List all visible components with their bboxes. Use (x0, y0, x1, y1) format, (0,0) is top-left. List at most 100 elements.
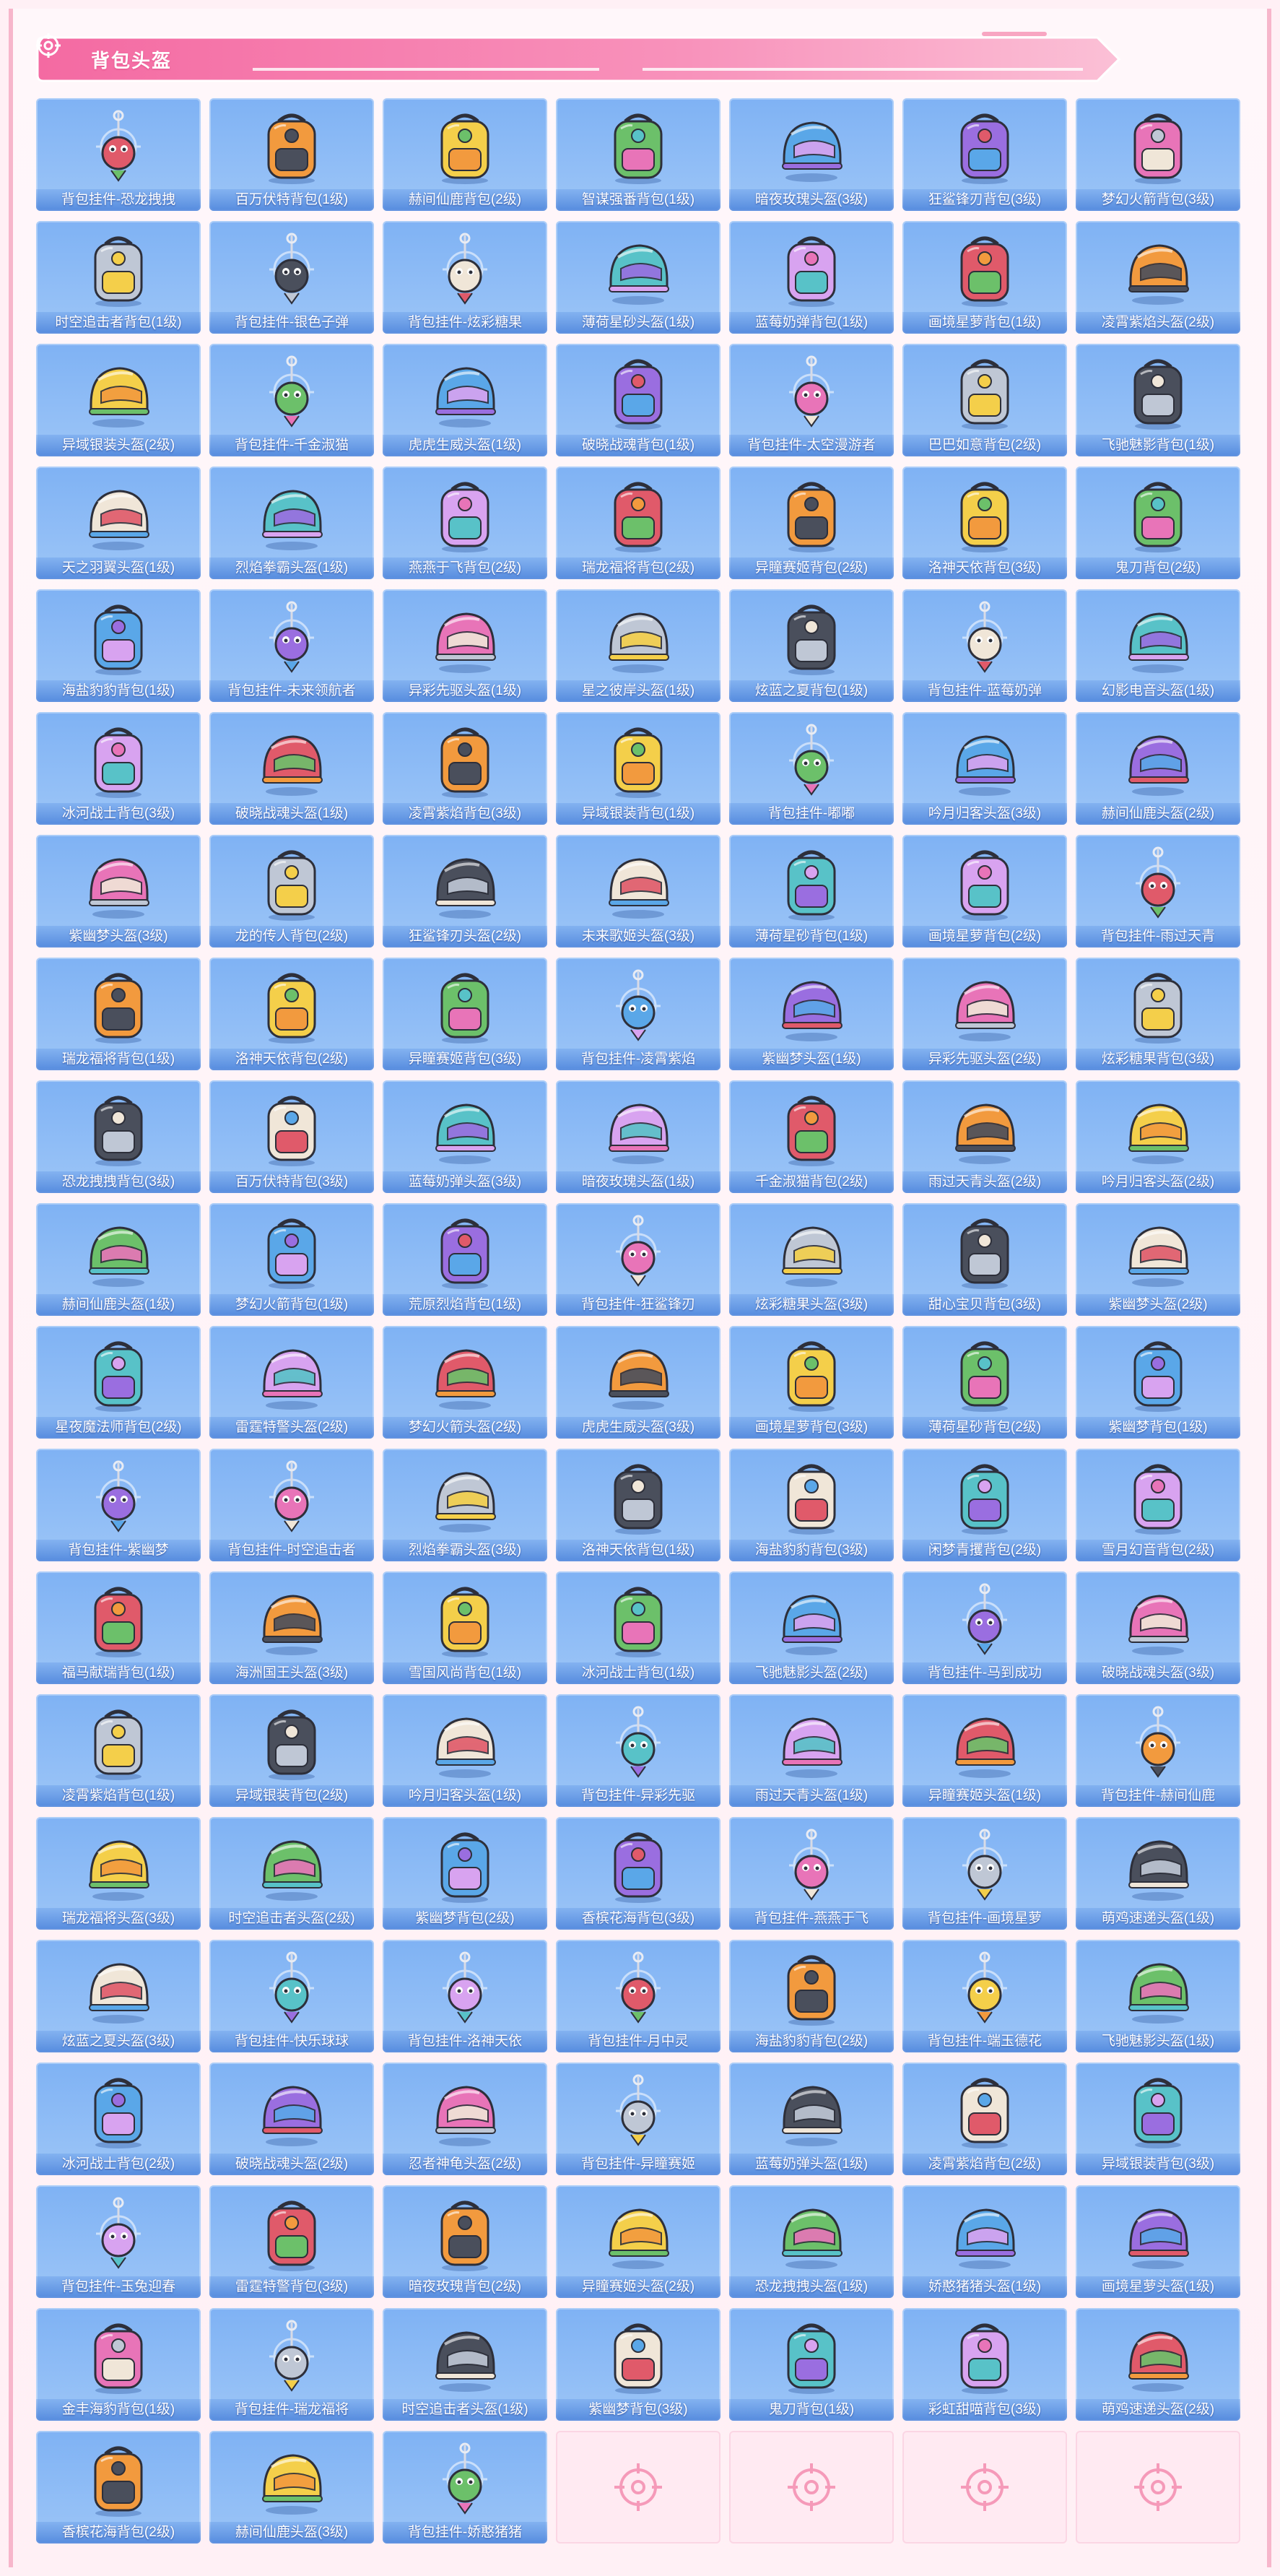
item-card[interactable]: 背包挂件-恐龙拽拽 (36, 98, 201, 211)
item-card[interactable]: 彩虹甜喵背包(3级) (902, 2308, 1067, 2421)
item-card[interactable]: 鬼刀背包(1级) (729, 2308, 894, 2421)
item-card[interactable]: 背包挂件-太空漫游者 (729, 344, 894, 456)
item-card[interactable]: 百万伏特背包(3级) (209, 1080, 374, 1193)
item-card[interactable]: 星夜魔法师背包(2级) (36, 1326, 201, 1439)
item-card[interactable]: 狂鲨锋刃背包(3级) (902, 98, 1067, 211)
item-card[interactable]: 背包挂件-异彩先驱 (556, 1694, 720, 1807)
item-card[interactable]: 巴巴如意背包(2级) (902, 344, 1067, 456)
item-card[interactable]: 蓝莓奶弹背包(1级) (729, 221, 894, 334)
item-card[interactable]: 异域银装背包(2级) (209, 1694, 374, 1807)
item-card[interactable]: 飞驰魅影背包(1级) (1076, 344, 1240, 456)
item-card[interactable]: 恐龙拽拽头盔(1级) (729, 2185, 894, 2298)
item-card[interactable]: 龙的传人背包(2级) (209, 835, 374, 947)
item-card[interactable]: 薄荷星砂背包(1级) (729, 835, 894, 947)
item-card[interactable]: 炫彩糖果背包(3级) (1076, 958, 1240, 1070)
item-card[interactable]: 梦幻火箭头盔(2级) (383, 1326, 547, 1439)
item-card[interactable]: 暗夜玫瑰背包(2级) (383, 2185, 547, 2298)
item-card[interactable]: 紫幽梦头盔(1级) (729, 958, 894, 1070)
item-card[interactable]: 背包挂件-千金淑猫 (209, 344, 374, 456)
item-card[interactable]: 破晓战魂头盔(3级) (1076, 1571, 1240, 1684)
item-card[interactable]: 时空追击者头盔(1级) (383, 2308, 547, 2421)
item-card[interactable]: 闲梦青攫背包(2级) (902, 1449, 1067, 1561)
item-card[interactable]: 紫幽梦背包(2级) (383, 1817, 547, 1930)
item-card[interactable]: 背包挂件-时空追击者 (209, 1449, 374, 1561)
item-card[interactable]: 破晓战魂头盔(2级) (209, 2063, 374, 2175)
item-card[interactable]: 雪月幻音背包(2级) (1076, 1449, 1240, 1561)
item-card[interactable]: 炫蓝之夏背包(1级) (729, 589, 894, 702)
item-card[interactable]: 赫间仙鹿头盔(1级) (36, 1203, 201, 1316)
item-card[interactable]: 鬼刀背包(2级) (1076, 467, 1240, 579)
item-card[interactable]: 虎虎生威头盔(3级) (556, 1326, 720, 1439)
item-card[interactable]: 瑞龙福将背包(2级) (556, 467, 720, 579)
item-card[interactable]: 狂鲨锋刃头盔(2级) (383, 835, 547, 947)
item-card[interactable]: 背包挂件-异瞳赛姬 (556, 2063, 720, 2175)
item-card[interactable]: 凌霄紫焰背包(1级) (36, 1694, 201, 1807)
item-card[interactable]: 荒原烈焰背包(1级) (383, 1203, 547, 1316)
item-card[interactable]: 异彩先驱头盔(1级) (383, 589, 547, 702)
item-card[interactable]: 梦幻火箭背包(3级) (1076, 98, 1240, 211)
item-card[interactable]: 忍者神龟头盔(2级) (383, 2063, 547, 2175)
item-card[interactable]: 异彩先驱头盔(2级) (902, 958, 1067, 1070)
item-card[interactable]: 洛神天依背包(1级) (556, 1449, 720, 1561)
item-card[interactable]: 雷霆特警背包(3级) (209, 2185, 374, 2298)
item-card[interactable]: 异域银装头盔(2级) (36, 344, 201, 456)
item-card[interactable]: 蓝莓奶弹头盔(1级) (729, 2063, 894, 2175)
item-card[interactable]: 飞驰魅影头盔(1级) (1076, 1940, 1240, 2052)
item-card[interactable]: 背包挂件-画境星萝 (902, 1817, 1067, 1930)
item-card[interactable]: 萌鸡速递头盔(1级) (1076, 1817, 1240, 1930)
item-card[interactable]: 赫间仙鹿背包(2级) (383, 98, 547, 211)
item-card[interactable]: 吟月归客头盔(1级) (383, 1694, 547, 1807)
item-card[interactable]: 异瞳赛姬头盔(2级) (556, 2185, 720, 2298)
item-card[interactable]: 洛神天依背包(2级) (209, 958, 374, 1070)
item-card[interactable]: 萌鸡速递头盔(2级) (1076, 2308, 1240, 2421)
item-card[interactable]: 冰河战士背包(3级) (36, 712, 201, 825)
item-card[interactable]: 异瞳赛姬头盔(1级) (902, 1694, 1067, 1807)
item-card[interactable]: 赫间仙鹿头盔(2级) (1076, 712, 1240, 825)
item-card[interactable]: 异瞳赛姬背包(2级) (729, 467, 894, 579)
item-card[interactable]: 吟月归客头盔(2级) (1076, 1080, 1240, 1193)
item-card[interactable]: 瑞龙福将头盔(3级) (36, 1817, 201, 1930)
item-card[interactable]: 雨过天青头盔(2级) (902, 1080, 1067, 1193)
item-card[interactable]: 洛神天依背包(3级) (902, 467, 1067, 579)
item-card[interactable]: 背包挂件-玉兔迎春 (36, 2185, 201, 2298)
item-card[interactable]: 背包挂件-快乐球球 (209, 1940, 374, 2052)
item-card[interactable]: 凌霄紫焰背包(2级) (902, 2063, 1067, 2175)
item-card[interactable]: 时空追击者头盔(2级) (209, 1817, 374, 1930)
item-card[interactable]: 背包挂件-紫幽梦 (36, 1449, 201, 1561)
item-card[interactable]: 星之彼岸头盔(1级) (556, 589, 720, 702)
item-card[interactable]: 暗夜玫瑰头盔(1级) (556, 1080, 720, 1193)
item-card[interactable]: 香槟花海背包(2级) (36, 2431, 201, 2544)
item-card[interactable]: 暗夜玫瑰头盔(3级) (729, 98, 894, 211)
item-card[interactable]: 凌霄紫焰背包(3级) (383, 712, 547, 825)
item-card[interactable]: 背包挂件-马到成功 (902, 1571, 1067, 1684)
item-card[interactable]: 雷霆特警头盔(2级) (209, 1326, 374, 1439)
item-card[interactable]: 虎虎生威头盔(1级) (383, 344, 547, 456)
item-card[interactable]: 金丰海豹背包(1级) (36, 2308, 201, 2421)
item-card[interactable]: 梦幻火箭背包(1级) (209, 1203, 374, 1316)
item-card[interactable]: 时空追击者背包(1级) (36, 221, 201, 334)
item-card[interactable]: 甜心宝贝背包(3级) (902, 1203, 1067, 1316)
item-card[interactable]: 背包挂件-炫彩糖果 (383, 221, 547, 334)
item-card[interactable]: 背包挂件-燕燕于飞 (729, 1817, 894, 1930)
item-card[interactable]: 背包挂件-娇憨猪猪 (383, 2431, 547, 2544)
item-card[interactable]: 香槟花海背包(3级) (556, 1817, 720, 1930)
item-card[interactable]: 吟月归客头盔(3级) (902, 712, 1067, 825)
item-card[interactable]: 蓝莓奶弹头盔(3级) (383, 1080, 547, 1193)
item-card[interactable]: 雪国风尚背包(1级) (383, 1571, 547, 1684)
item-card[interactable]: 福马献瑞背包(1级) (36, 1571, 201, 1684)
item-card[interactable]: 背包挂件-未来领航者 (209, 589, 374, 702)
item-card[interactable]: 背包挂件-凌霄紫焰 (556, 958, 720, 1070)
item-card[interactable]: 恐龙拽拽背包(3级) (36, 1080, 201, 1193)
item-card[interactable]: 背包挂件-端玉德花 (902, 1940, 1067, 2052)
item-card[interactable]: 背包挂件-月中灵 (556, 1940, 720, 2052)
item-card[interactable]: 背包挂件-洛神天依 (383, 1940, 547, 2052)
item-card[interactable]: 赫间仙鹿头盔(3级) (209, 2431, 374, 2544)
item-card[interactable]: 画境星萝背包(3级) (729, 1326, 894, 1439)
item-card[interactable]: 背包挂件-银色子弹 (209, 221, 374, 334)
item-card[interactable]: 幻影电音头盔(1级) (1076, 589, 1240, 702)
item-card[interactable]: 异域银装背包(3级) (1076, 2063, 1240, 2175)
item-card[interactable]: 雨过天青头盔(1级) (729, 1694, 894, 1807)
item-card[interactable]: 天之羽翼头盔(1级) (36, 467, 201, 579)
item-card[interactable]: 海盐豹豹背包(3级) (729, 1449, 894, 1561)
item-card[interactable]: 烈焰拳霸头盔(3级) (383, 1449, 547, 1561)
